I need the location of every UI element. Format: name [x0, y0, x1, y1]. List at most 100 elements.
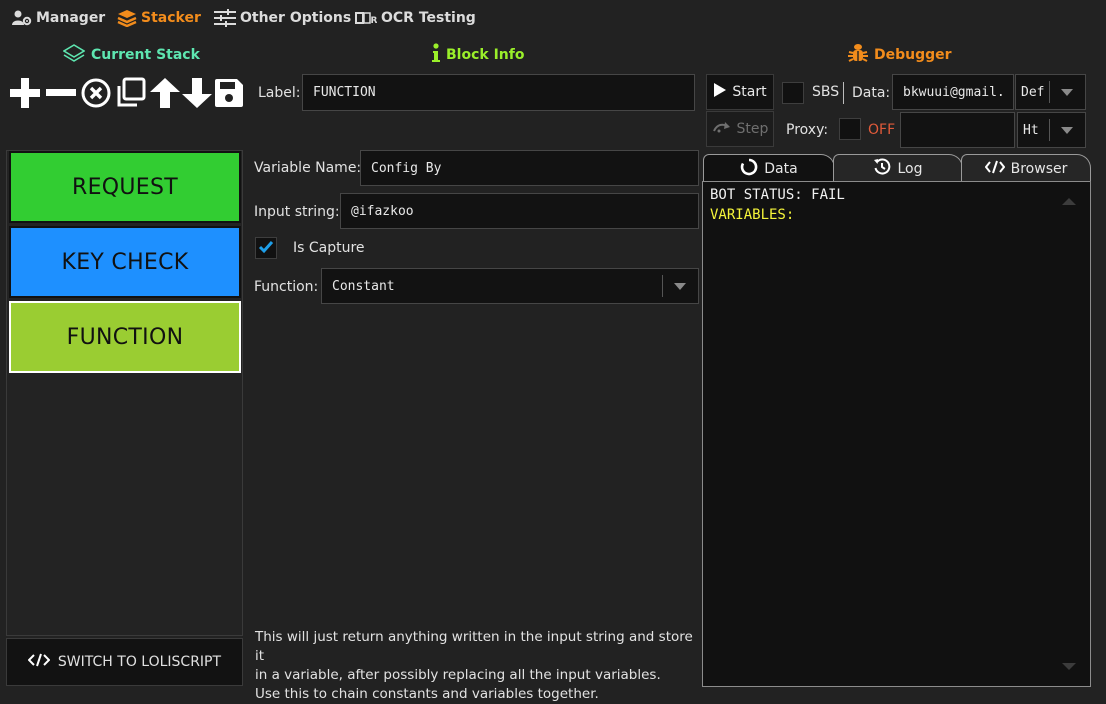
scroll-up-icon[interactable] [1062, 198, 1076, 205]
tab-data[interactable]: Data [703, 154, 835, 182]
clear-blocks-button[interactable] [79, 78, 113, 112]
move-up-icon [149, 77, 181, 113]
block-function[interactable]: FUNCTION [9, 301, 241, 373]
block-list: REQUEST KEY CHECK FUNCTION [6, 150, 243, 636]
start-label: Start [732, 84, 767, 100]
variables-line: VARIABLES: [710, 207, 795, 223]
switch-to-loliscript-label: SWITCH TO LOLISCRIPT [57, 654, 222, 670]
divider [843, 82, 844, 104]
nav-ocr-testing[interactable]: R OCR Testing [355, 8, 476, 28]
proxy-checkbox[interactable] [839, 118, 861, 140]
is-capture-checkbox[interactable] [255, 237, 277, 259]
step-icon [712, 121, 732, 137]
function-select[interactable]: Constant [321, 268, 699, 304]
function-select-value: Constant [332, 278, 395, 294]
variable-name-value: Config By [371, 160, 442, 176]
nav-manager-label: Manager [36, 10, 106, 26]
add-icon [9, 77, 41, 113]
nav-ocr-testing-label: OCR Testing [381, 10, 476, 26]
label-input-value: FUNCTION [313, 85, 376, 100]
data-input-value: bkwuui@gmail. [903, 84, 1005, 100]
tab-log[interactable]: Log [833, 154, 963, 182]
tab-data-label: Data [764, 160, 798, 177]
input-string-value: @ifazkoo [351, 203, 414, 219]
tab-log-label: Log [897, 160, 923, 177]
start-button[interactable]: Start [706, 74, 774, 110]
current-stack-label: Current Stack [91, 47, 200, 63]
variable-name-caption: Variable Name: [254, 160, 362, 176]
layers-icon [117, 9, 137, 27]
code-icon [984, 160, 1005, 178]
remove-icon [45, 77, 77, 113]
move-up-button[interactable] [148, 78, 182, 112]
save-button[interactable] [212, 78, 246, 112]
add-block-button[interactable] [8, 78, 42, 112]
block-label: REQUEST [71, 174, 178, 200]
nav-other-options-label: Other Options [240, 10, 352, 26]
nav-manager[interactable]: Manager [12, 8, 105, 28]
code-icon [27, 653, 51, 671]
sbs-checkbox[interactable] [782, 82, 804, 104]
scroll-down-icon[interactable] [1062, 663, 1076, 670]
proxy-type-value: Ht [1023, 122, 1039, 138]
block-label: FUNCTION [66, 324, 184, 350]
step-label: Step [736, 121, 769, 137]
chevron-down-icon[interactable] [1049, 75, 1085, 109]
data-type-select[interactable]: Def [1015, 74, 1086, 110]
ocr-icon: R [355, 11, 377, 25]
refresh-icon [740, 158, 758, 180]
nav-stacker[interactable]: Stacker [117, 8, 201, 28]
proxy-type-select[interactable]: Ht [1017, 112, 1086, 148]
bot-status-line: BOT STATUS: FAIL [710, 187, 845, 203]
clone-block-button[interactable] [114, 77, 148, 113]
clear-icon [80, 77, 112, 113]
play-icon [713, 82, 727, 102]
step-button[interactable]: Step [706, 111, 774, 147]
clone-icon [115, 77, 147, 113]
switch-to-loliscript-button[interactable]: SWITCH TO LOLISCRIPT [6, 638, 243, 686]
description-line: in a variable, after possibly replacing … [255, 667, 661, 683]
layers-outline-icon [62, 44, 86, 66]
remove-block-button[interactable] [44, 78, 78, 112]
proxy-caption: Proxy: [786, 122, 829, 138]
description-line: Use this to chain constants and variable… [255, 686, 599, 702]
proxy-status: OFF [868, 122, 896, 138]
history-icon [873, 158, 891, 180]
nav-other-options[interactable]: Other Options [214, 8, 351, 28]
sliders-icon [214, 9, 236, 27]
description-line: This will just return anything written i… [255, 629, 693, 664]
block-label: KEY CHECK [61, 249, 189, 275]
proxy-input[interactable] [900, 112, 1015, 148]
chevron-down-icon[interactable] [662, 269, 698, 303]
variable-name-input[interactable]: Config By [360, 150, 699, 186]
save-icon [213, 77, 245, 113]
bug-icon [848, 43, 868, 67]
block-key-check[interactable]: KEY CHECK [9, 226, 241, 298]
block-request[interactable]: REQUEST [9, 151, 241, 223]
debugger-label: Debugger [874, 47, 952, 63]
debugger-title: Debugger [848, 43, 952, 67]
svg-text:R: R [371, 16, 378, 25]
debugger-output[interactable]: BOT STATUS: FAIL VARIABLES: [702, 181, 1091, 687]
current-stack-title: Current Stack [62, 44, 200, 66]
info-icon [432, 43, 440, 67]
data-type-value: Def [1021, 84, 1045, 100]
function-description: This will just return anything written i… [255, 628, 700, 704]
tab-browser[interactable]: Browser [961, 154, 1091, 182]
function-caption: Function: [254, 279, 319, 295]
checkmark-icon [258, 239, 274, 258]
sbs-label: SBS [812, 84, 840, 100]
input-string-caption: Input string: [254, 204, 340, 220]
chevron-down-icon[interactable] [1049, 113, 1085, 147]
nav-stacker-label: Stacker [141, 10, 201, 26]
data-caption: Data: [852, 85, 891, 101]
data-input[interactable]: bkwuui@gmail. [892, 74, 1014, 110]
users-gear-icon [12, 10, 32, 26]
move-down-button[interactable] [180, 78, 214, 112]
label-caption: Label: [258, 85, 301, 101]
input-string-input[interactable]: @ifazkoo [340, 193, 699, 229]
is-capture-label: Is Capture [293, 240, 365, 256]
block-info-label: Block Info [446, 47, 525, 63]
label-input[interactable]: FUNCTION [302, 74, 695, 111]
move-down-icon [181, 77, 213, 113]
